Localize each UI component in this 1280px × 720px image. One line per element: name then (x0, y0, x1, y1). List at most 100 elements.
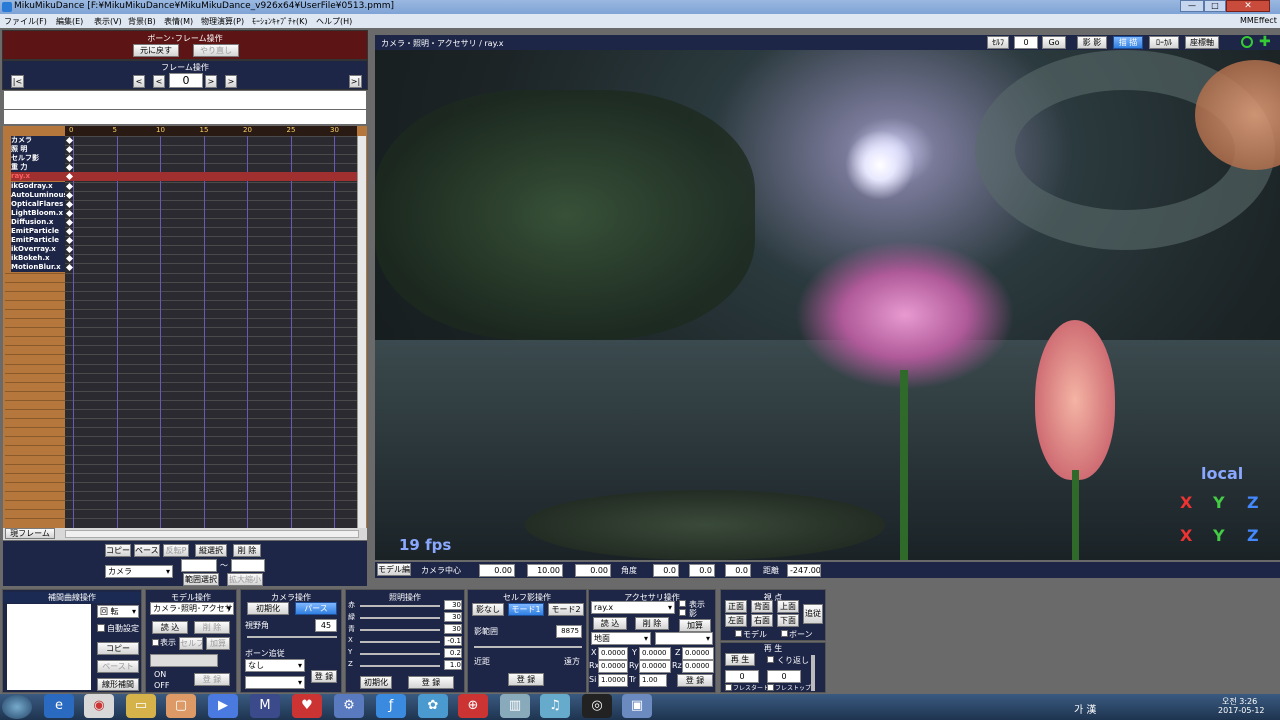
model-select[interactable]: カメラ･照明･アクセサリ (150, 602, 234, 615)
menu-view[interactable]: 表示(V) (94, 16, 122, 27)
perspective-button[interactable]: パース (295, 602, 337, 615)
fov-slider[interactable] (247, 636, 337, 638)
acc-x[interactable]: 0.0000 (598, 647, 628, 660)
light-value[interactable]: 30 (444, 600, 462, 610)
timeline[interactable]: 0 5 10 15 20 25 30 カメラ照 明セルフ影重 力 ray.x ikGodray.… (3, 126, 367, 528)
mode2-button[interactable]: モード2 (548, 603, 584, 616)
go-button[interactable]: Go (1042, 36, 1066, 49)
undo-button[interactable]: 元に戻す (133, 44, 179, 57)
track-label[interactable]: LightBloom.x (11, 208, 65, 218)
self-shadow-button[interactable]: セルフ影 (179, 637, 203, 650)
shadow-register-button[interactable]: 登 録 (508, 673, 544, 686)
add-button[interactable]: 加算 (206, 637, 230, 650)
app-icon-8[interactable]: ⊕ (458, 694, 488, 718)
app-icon-3[interactable]: M (250, 694, 280, 718)
menu-capture[interactable]: ﾓｰｼｮﾝｷｬﾌﾟﾁｬ(K) (252, 16, 308, 27)
light-value[interactable]: -0.1 (444, 636, 462, 646)
light-value[interactable]: 30 (444, 624, 462, 634)
interp-paste-button[interactable]: ペースト (97, 660, 139, 673)
acc-delete-button[interactable]: 削 除 (635, 617, 669, 630)
ground-select[interactable]: 地面 (591, 632, 651, 645)
track-label[interactable]: MotionBlur.x (11, 263, 65, 273)
play-button[interactable]: 再 生 (725, 653, 755, 666)
light-slider[interactable] (360, 665, 440, 667)
range-from[interactable] (181, 559, 217, 572)
accessory-select[interactable]: ray.x (591, 601, 675, 614)
obs-icon[interactable]: ◎ (582, 694, 612, 718)
app-icon-10[interactable]: ▣ (622, 694, 652, 718)
hscroll[interactable] (65, 530, 359, 538)
frame-start-check[interactable] (725, 684, 732, 691)
z-axis-icon[interactable]: Z (1247, 493, 1259, 512)
mode1-button[interactable]: モード1 (508, 603, 544, 616)
self-button[interactable]: ｾﾙﾌ (987, 36, 1009, 49)
app-icon-5[interactable]: ⚙ (334, 694, 364, 718)
right-view-button[interactable]: 右面 (751, 614, 773, 627)
reverse-paste-button[interactable]: 反転P (163, 544, 189, 557)
camera-register-button[interactable]: 登 録 (311, 670, 337, 683)
track-label[interactable]: カメラ (11, 136, 65, 145)
range-to[interactable] (231, 559, 265, 572)
maximize-button[interactable]: □ (1204, 0, 1226, 12)
chrome-icon[interactable]: ◉ (84, 694, 114, 718)
repeat-check[interactable] (767, 656, 774, 663)
angle-x[interactable]: 0.0 (653, 564, 679, 577)
acc-rx[interactable]: 0.0000 (598, 660, 628, 673)
3d-viewport[interactable]: 19 fps local X Y Z X Y Z (375, 50, 1280, 560)
track-label[interactable]: ikOverray.x (11, 245, 65, 255)
acc-rz[interactable]: 0.0000 (682, 660, 714, 673)
first-frame-button[interactable]: |< (11, 75, 24, 88)
x-axis-icon-2[interactable]: X (1180, 526, 1192, 545)
track-label[interactable]: EmitParticle (11, 227, 65, 236)
model-view-check[interactable] (735, 630, 742, 637)
prev-key-button[interactable]: < (133, 75, 145, 88)
axis-button[interactable]: 座標軸 (1185, 36, 1219, 49)
next-key-button[interactable]: > (225, 75, 237, 88)
center-x[interactable]: 0.00 (479, 564, 515, 577)
menu-physics[interactable]: 物理演算(P) (201, 16, 244, 27)
light-value[interactable]: 0.2 (444, 648, 462, 658)
model-load-button[interactable]: 読 込 (152, 621, 188, 634)
track-label[interactable]: Diffusion.x (11, 217, 65, 227)
zoom-icon[interactable] (1241, 36, 1253, 48)
y-axis-icon-2[interactable]: Y (1213, 526, 1225, 545)
light-slider[interactable] (360, 641, 440, 643)
next-frame-button[interactable]: > (205, 75, 217, 88)
track-label[interactable]: AutoLuminous (11, 190, 65, 200)
model-register-button[interactable]: 登 録 (194, 673, 230, 686)
redo-button[interactable]: やり直し (193, 44, 239, 57)
start-button[interactable] (2, 695, 32, 719)
light-init-button[interactable]: 初期化 (360, 676, 392, 689)
model-delete-button[interactable]: 削 除 (194, 621, 230, 634)
show-checkbox[interactable] (152, 639, 159, 646)
acc-si[interactable]: 1.0000 (598, 674, 628, 687)
menu-morph[interactable]: 表情(M) (164, 16, 193, 27)
interp-copy-button[interactable]: コピー (97, 642, 139, 655)
track-label[interactable]: 照 明 (11, 145, 65, 155)
center-y[interactable]: 10.00 (527, 564, 563, 577)
current-frame-button[interactable]: 現フレーム (5, 528, 55, 539)
track-label[interactable]: ikGodray.x (11, 181, 65, 191)
track-label[interactable]: セルフ影 (11, 154, 65, 164)
z-axis-icon-2[interactable]: Z (1247, 526, 1259, 545)
app-icon-9[interactable]: ▥ (500, 694, 530, 718)
back-view-button[interactable]: 背面 (751, 600, 773, 613)
light-slider[interactable] (360, 605, 440, 607)
frame-number-input[interactable]: 0 (169, 73, 203, 88)
self-value[interactable]: 0 (1014, 36, 1038, 49)
auto-checkbox[interactable] (97, 624, 105, 632)
bone-view-check[interactable] (781, 630, 788, 637)
acc-y[interactable]: 0.0000 (639, 647, 671, 660)
paste-button[interactable]: ペースト (134, 544, 160, 557)
fov-input[interactable]: 45 (315, 619, 337, 632)
track-label[interactable]: OpticalFlares (11, 199, 65, 209)
x-axis-icon[interactable]: X (1180, 493, 1192, 512)
light-register-button[interactable]: 登 録 (408, 676, 454, 689)
volume-slider[interactable] (811, 655, 815, 691)
angle-z[interactable]: 0.0 (725, 564, 751, 577)
app-icon-1[interactable]: ▢ (166, 694, 196, 718)
app-icon-7[interactable]: ✿ (418, 694, 448, 718)
ie-icon[interactable]: e (44, 694, 74, 718)
target-select[interactable]: カメラ (105, 565, 173, 578)
copy-button[interactable]: コピー (105, 544, 131, 557)
